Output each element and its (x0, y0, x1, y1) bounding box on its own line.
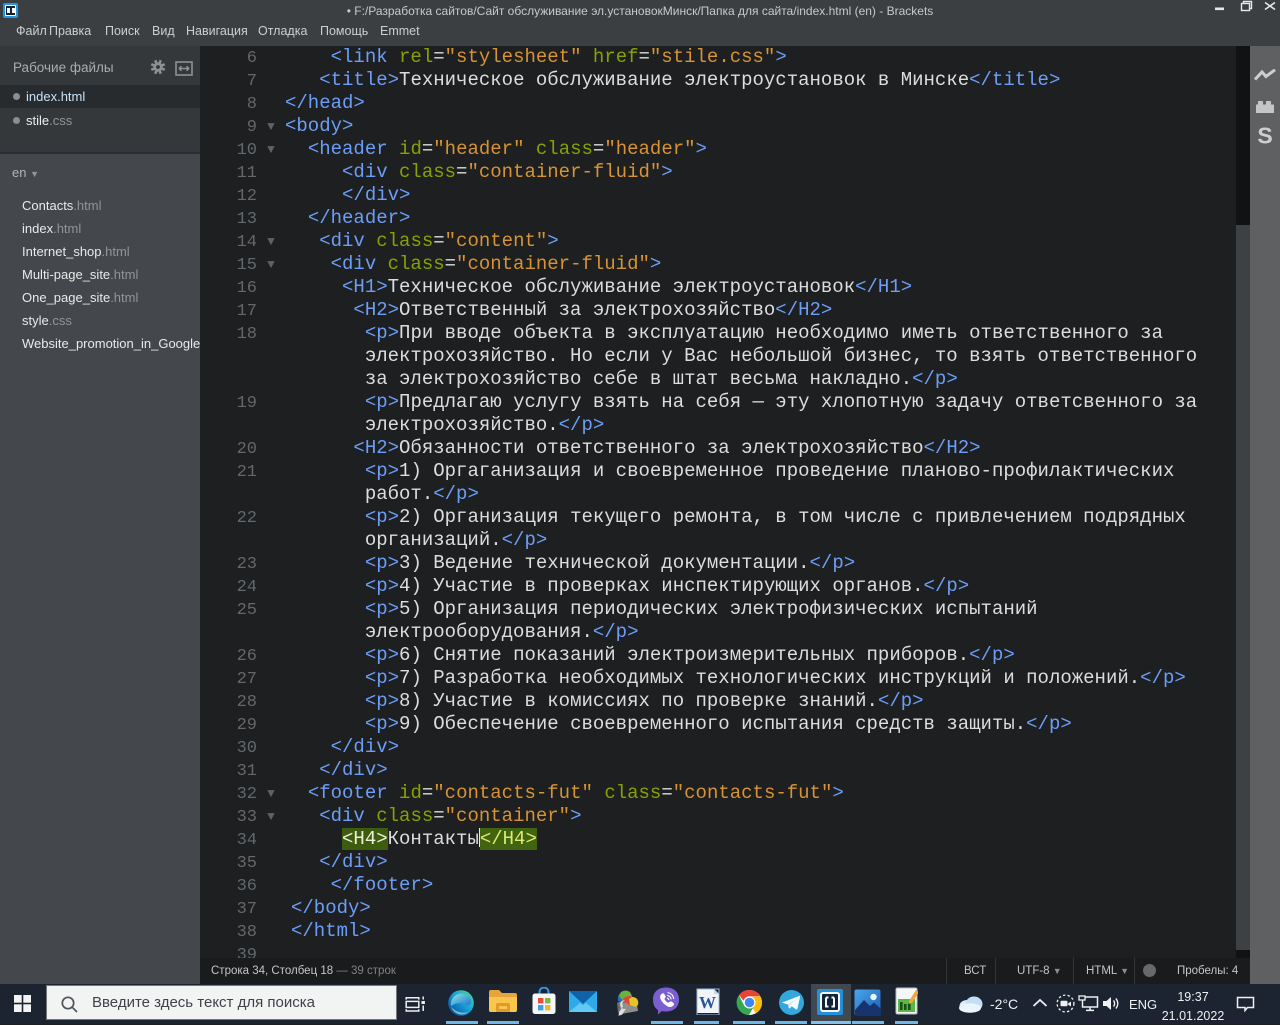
svg-text:W: W (699, 993, 716, 1012)
svg-text:S: S (1257, 126, 1272, 147)
